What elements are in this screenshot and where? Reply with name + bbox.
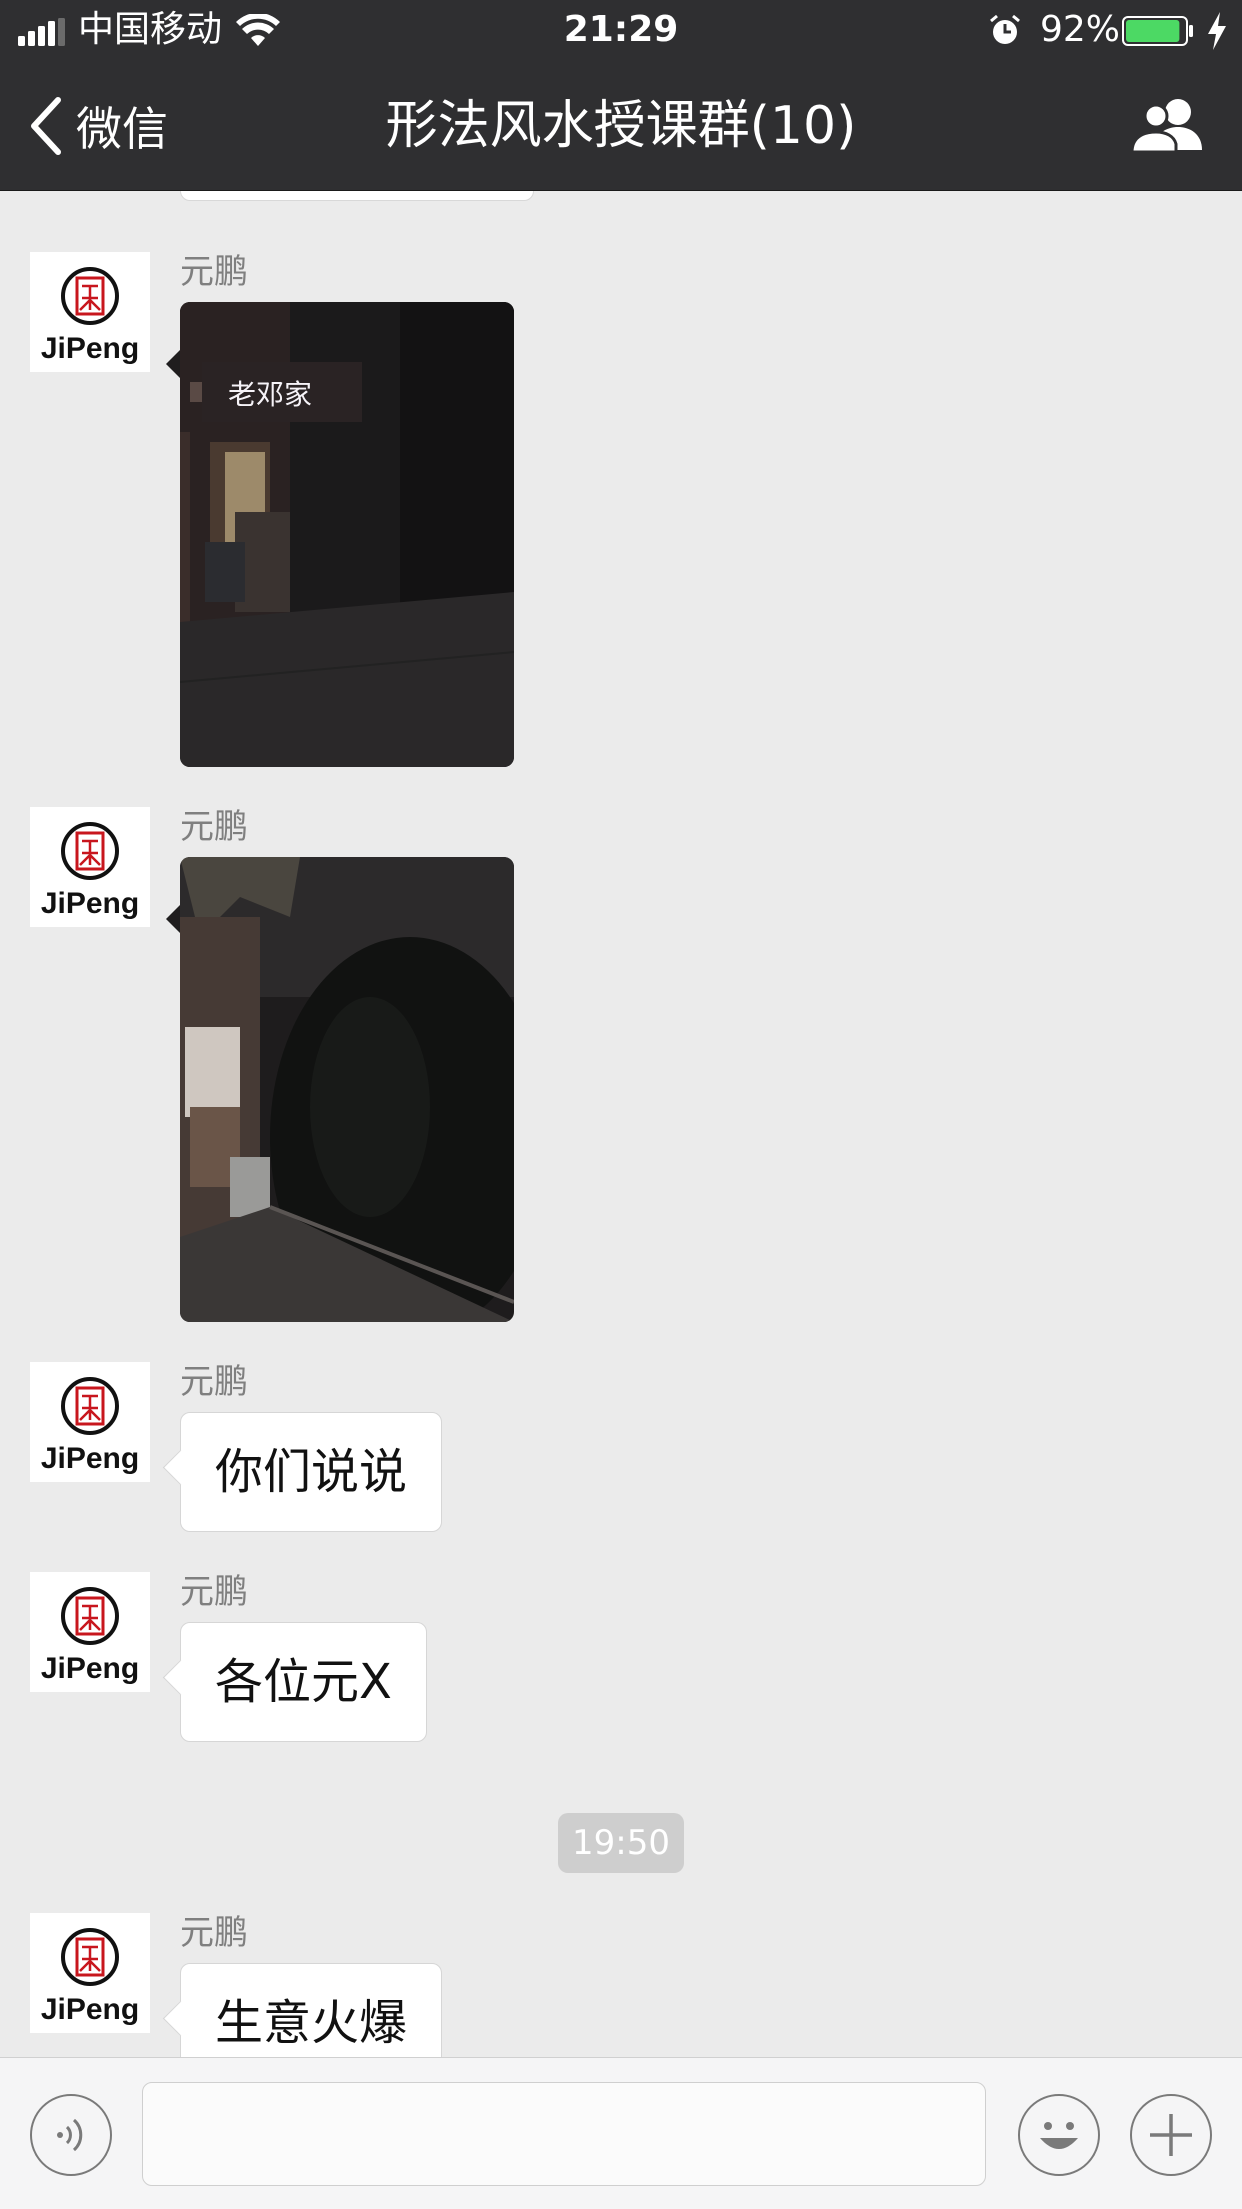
charging-icon [1208, 12, 1226, 50]
input-bar [0, 2057, 1242, 2209]
voice-button[interactable] [30, 2094, 112, 2176]
sender-name: 元鹏 [180, 1913, 248, 1953]
sender-name: 元鹏 [180, 252, 248, 292]
photo-tail [166, 905, 180, 933]
nav-bar: 微信 形法风水授课群(10) [0, 60, 1242, 191]
avatar-text: JiPeng [41, 1993, 139, 2026]
chat-message-list[interactable]: JiPeng 元鹏 老邓家 JiPeng 元鹏 JiPeng 元鹏 你们说说 J… [0, 191, 1242, 2057]
image-message[interactable] [180, 857, 514, 1322]
sender-name: 元鹏 [180, 807, 248, 847]
battery-percent: 92% [1040, 9, 1121, 50]
text-message-bubble[interactable]: 你们说说 [180, 1412, 443, 1532]
battery-icon [1122, 16, 1193, 46]
avatar[interactable]: JiPeng [30, 1913, 150, 2033]
avatar[interactable]: JiPeng [30, 1362, 150, 1482]
sender-name: 元鹏 [180, 1572, 248, 1612]
chat-title: 形法风水授课群(10) [385, 96, 857, 156]
text-message-bubble[interactable]: 生意火爆 [180, 1963, 443, 2057]
emoji-icon [1040, 2122, 1078, 2149]
more-button[interactable] [1130, 2094, 1212, 2176]
avatar-text: JiPeng [41, 1652, 139, 1685]
avatar-text: JiPeng [41, 887, 139, 920]
message-timestamp: 19:50 [558, 1813, 684, 1873]
status-bar: 中国移动 21:29 92% [0, 0, 1242, 60]
previous-message-bubble[interactable] [180, 191, 534, 201]
sender-name: 元鹏 [180, 1362, 248, 1402]
avatar[interactable]: JiPeng [30, 252, 150, 372]
voice-icon [57, 2118, 83, 2152]
shop-sign-text: 老邓家 [228, 378, 312, 411]
photo-tail [166, 350, 180, 378]
plus-icon [1150, 2114, 1192, 2156]
avatar-text: JiPeng [41, 1442, 139, 1475]
message-input[interactable] [142, 2082, 986, 2186]
alarm-icon [990, 14, 1020, 44]
avatar-text: JiPeng [41, 332, 139, 365]
emoji-button[interactable] [1018, 2094, 1100, 2176]
avatar[interactable]: JiPeng [30, 1572, 150, 1692]
avatar[interactable]: JiPeng [30, 807, 150, 927]
text-message-bubble[interactable]: 各位元X [180, 1622, 427, 1742]
group-members-icon[interactable] [1128, 94, 1208, 158]
image-message[interactable]: 老邓家 [180, 302, 514, 767]
